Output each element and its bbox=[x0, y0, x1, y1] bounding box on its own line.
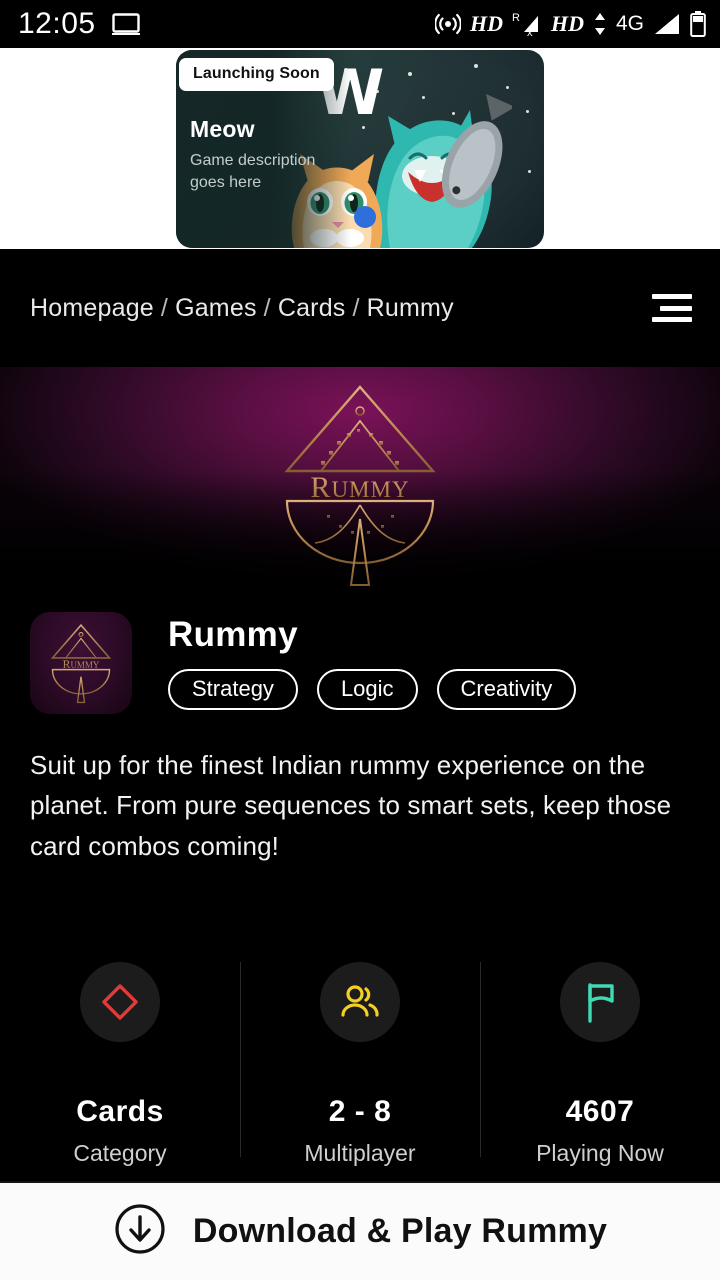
svg-text:RUMMY: RUMMY bbox=[310, 471, 409, 504]
app-tag-creativity[interactable]: Creativity bbox=[436, 669, 577, 710]
promo-title: Meow bbox=[190, 116, 255, 142]
breadcrumb-separator: / bbox=[263, 293, 271, 322]
app-meta: Rummy Strategy Logic Creativity bbox=[168, 612, 577, 710]
app-header: RUMMY Rummy Strategy Logic Creativity bbox=[0, 612, 720, 720]
breadcrumb: Homepage / Games / Cards / Rummy bbox=[30, 294, 454, 323]
stat-category: Cards Category bbox=[0, 962, 240, 1167]
battery-icon bbox=[690, 11, 706, 37]
stat-playing-now: 4607 Playing Now bbox=[480, 962, 720, 1167]
flag-icon bbox=[560, 962, 640, 1042]
screencast-icon bbox=[111, 13, 140, 35]
app-tag-logic[interactable]: Logic bbox=[316, 669, 418, 710]
stat-label-playing-now: Playing Now bbox=[536, 1140, 664, 1166]
svg-text:R: R bbox=[512, 12, 520, 24]
app-tag-strategy[interactable]: Strategy bbox=[168, 669, 298, 710]
roaming-no-signal-icon: R x bbox=[512, 11, 542, 37]
stat-value-category: Cards bbox=[76, 1095, 164, 1128]
hd-voice-icon-2: HD bbox=[550, 11, 584, 36]
app-description: Suit up for the finest Indian rummy expe… bbox=[30, 750, 672, 861]
hamburger-line bbox=[652, 317, 692, 322]
stat-value-playing-now: 4607 bbox=[565, 1095, 635, 1128]
app-title: Rummy bbox=[168, 615, 298, 654]
network-type-label: 4G bbox=[615, 12, 644, 35]
download-play-button[interactable]: Download & Play Rummy bbox=[0, 1183, 720, 1280]
hd-voice-icon: HD bbox=[469, 11, 503, 36]
promo-description: Game description goes here bbox=[190, 152, 316, 191]
promo-banner-area: W bbox=[0, 48, 720, 249]
status-bar-clock: 12:05 bbox=[18, 7, 96, 40]
promo-card[interactable]: W bbox=[176, 50, 544, 248]
diamond-icon bbox=[80, 962, 160, 1042]
stats-row: Cards Category 2 - 8 Multiplayer 4607 Pl… bbox=[0, 962, 720, 1166]
stat-label-multiplayer: Multiplayer bbox=[304, 1140, 416, 1166]
app-tag-list: Strategy Logic Creativity bbox=[168, 669, 577, 710]
breadcrumb-item-games[interactable]: Games bbox=[175, 294, 257, 322]
download-play-label: Download & Play Rummy bbox=[192, 1212, 608, 1250]
hamburger-line bbox=[652, 294, 692, 299]
hero-banner: RUMMY bbox=[0, 367, 720, 612]
stat-multiplayer: 2 - 8 Multiplayer bbox=[240, 962, 480, 1167]
breadcrumb-item-cards[interactable]: Cards bbox=[278, 294, 346, 322]
svg-text:x: x bbox=[527, 27, 533, 37]
data-transfer-icon bbox=[593, 12, 607, 36]
stat-label-category: Category bbox=[73, 1140, 167, 1166]
hamburger-line bbox=[660, 305, 692, 311]
rummy-app-icon-art: RUMMY bbox=[50, 623, 112, 704]
stat-value-multiplayer: 2 - 8 bbox=[328, 1095, 392, 1128]
breadcrumb-separator: / bbox=[352, 293, 360, 322]
promo-status-badge: Launching Soon bbox=[179, 58, 334, 91]
status-bar: 12:05 HD R x HD 4G bbox=[0, 0, 720, 48]
status-bar-right: HD R x HD 4G bbox=[434, 11, 706, 37]
app-screen: 12:05 HD R x HD 4G Launching Soon Meow G… bbox=[0, 0, 720, 1280]
breadcrumb-separator: / bbox=[160, 293, 169, 322]
signal-icon bbox=[653, 12, 681, 36]
download-circle-icon bbox=[113, 1202, 167, 1261]
breadcrumb-bar: Homepage / Games / Cards / Rummy bbox=[0, 249, 720, 367]
blue-dot-decoration bbox=[354, 206, 376, 228]
breadcrumb-item-homepage[interactable]: Homepage bbox=[30, 294, 154, 322]
app-icon[interactable]: RUMMY bbox=[30, 612, 132, 714]
rummy-hero-logo: RUMMY bbox=[284, 385, 436, 586]
hotspot-icon bbox=[434, 11, 461, 37]
status-bar-left: 12:05 bbox=[18, 7, 140, 41]
people-icon bbox=[320, 962, 400, 1042]
breadcrumb-item-rummy[interactable]: Rummy bbox=[367, 294, 454, 322]
hamburger-icon[interactable] bbox=[650, 291, 694, 325]
